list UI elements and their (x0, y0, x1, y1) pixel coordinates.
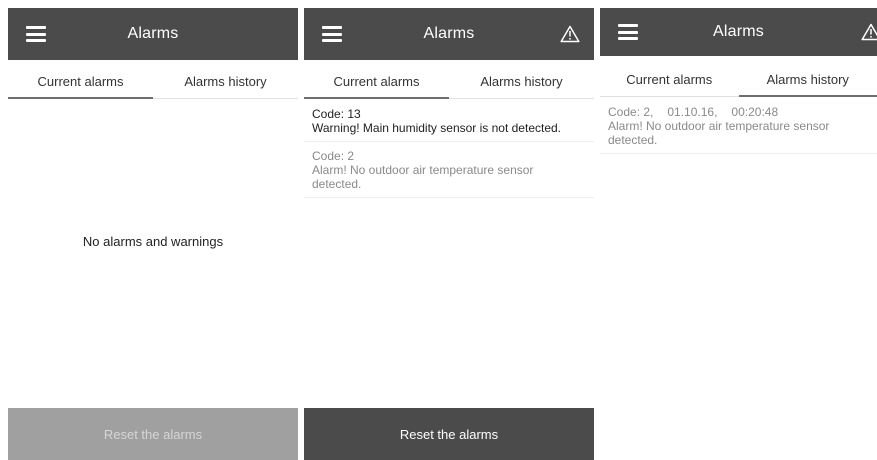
alarm-code: Code: 2 (312, 149, 355, 163)
tab-alarms-history[interactable]: Alarms history (153, 64, 298, 98)
hamburger-menu-icon[interactable] (618, 24, 638, 40)
tab-alarms-history[interactable]: Alarms history (738, 62, 877, 97)
alarm-code: Code: 13 (312, 107, 361, 121)
history-entry-header: Code: 2, 01.10.16, 00:20:48 (608, 105, 869, 119)
alarms-screen-active: Alarms Current alarms Alarms history Cod… (304, 8, 594, 460)
alarm-item[interactable]: Code: 2 Alarm! No outdoor air temperatur… (304, 142, 594, 198)
tab-current-alarms[interactable]: Current alarms (304, 64, 449, 99)
alarm-message: Alarm! No outdoor air temperature sensor… (312, 163, 534, 191)
alarms-history-screen: Alarms Current alarms Alarms history Cod… (600, 8, 877, 168)
alarm-code: Code: 2, (608, 105, 654, 119)
history-list: Code: 2, 01.10.16, 00:20:48 Alarm! No outd… (600, 98, 877, 154)
tab-bar: Current alarms Alarms history (304, 64, 594, 99)
alarm-message: Alarm! No outdoor air temperature sensor… (608, 119, 830, 147)
reset-alarms-button[interactable]: Reset the alarms (8, 408, 298, 460)
alarm-message: Warning! Main humidity sensor is not det… (312, 121, 562, 135)
hamburger-menu-icon[interactable] (322, 26, 342, 42)
app-bar: Alarms (8, 8, 298, 60)
alarm-item[interactable]: Code: 13 Warning! Main humidity sensor i… (304, 100, 594, 142)
app-bar: Alarms (600, 8, 877, 56)
warning-triangle-icon[interactable] (560, 25, 580, 43)
page-title: Alarms (713, 23, 764, 40)
alarm-time: 00:20:48 (731, 105, 779, 119)
alarm-list: Code: 13 Warning! Main humidity sensor i… (304, 100, 594, 198)
empty-state-message: No alarms and warnings (82, 234, 224, 249)
warning-triangle-icon[interactable] (861, 23, 877, 41)
alarms-screen-empty: Alarms Current alarms Alarms history No … (8, 8, 298, 460)
alarm-date: 01.10.16, (667, 105, 718, 119)
reset-alarms-button[interactable]: Reset the alarms (304, 408, 594, 460)
history-item[interactable]: Code: 2, 01.10.16, 00:20:48 Alarm! No outd… (600, 98, 877, 154)
tab-bar: Current alarms Alarms history (8, 64, 298, 99)
hamburger-menu-icon[interactable] (26, 26, 46, 42)
page-title: Alarms (127, 25, 179, 42)
tab-bar: Current alarms Alarms history (600, 62, 877, 97)
tab-alarms-history[interactable]: Alarms history (449, 64, 594, 98)
app-bar: Alarms (304, 8, 594, 60)
tab-current-alarms[interactable]: Current alarms (8, 64, 153, 99)
page-title: Alarms (423, 25, 475, 42)
tab-current-alarms[interactable]: Current alarms (600, 62, 739, 96)
